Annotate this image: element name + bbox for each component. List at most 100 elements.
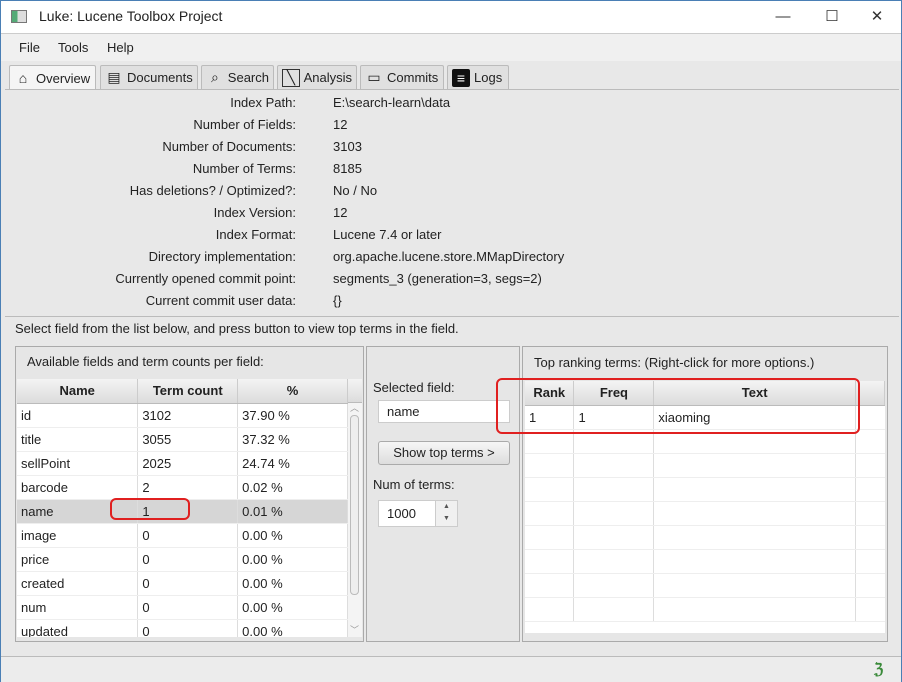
menu-tools[interactable]: Tools bbox=[58, 40, 88, 55]
field-cell: 0 bbox=[137, 523, 239, 548]
info-label: Number of Terms: bbox=[192, 161, 296, 176]
num-terms-spinner[interactable]: 1000 ▲ ▼ bbox=[378, 500, 458, 527]
column-header-name[interactable]: Name bbox=[17, 379, 139, 404]
fields-scrollbar[interactable]: ︿ ﹀ bbox=[348, 403, 362, 637]
term-cell bbox=[573, 573, 655, 598]
field-cell: 2 bbox=[137, 475, 239, 500]
term-cell bbox=[573, 477, 655, 502]
header-filler bbox=[348, 379, 362, 403]
term-cell bbox=[525, 597, 575, 622]
term-row[interactable] bbox=[525, 525, 885, 550]
field-row[interactable]: updated 0 0.00 % bbox=[17, 619, 348, 637]
num-terms-label: Num of terms: bbox=[373, 477, 455, 492]
scrollbar-thumb[interactable] bbox=[350, 415, 359, 595]
field-cell: updated bbox=[17, 619, 139, 637]
term-cell bbox=[653, 525, 857, 550]
field-row[interactable]: num 0 0.00 % bbox=[17, 595, 348, 620]
selected-field-label: Selected field: bbox=[373, 380, 455, 395]
term-cell bbox=[525, 573, 575, 598]
main-window: Luke: Lucene Toolbox Project — ☐ ✕ File … bbox=[0, 0, 902, 682]
field-cell: 0.02 % bbox=[237, 475, 348, 500]
spinner-up-icon[interactable]: ▲ bbox=[436, 501, 457, 513]
term-cell bbox=[653, 549, 857, 574]
field-cell: 37.32 % bbox=[237, 427, 348, 452]
minimize-button[interactable]: — bbox=[763, 5, 803, 29]
tab-logs[interactable]: ≡ Logs bbox=[447, 65, 509, 89]
info-value: org.apache.lucene.store.MMapDirectory bbox=[333, 249, 565, 264]
home-icon: ⌂ bbox=[18, 70, 28, 86]
info-label: Number of Documents: bbox=[162, 139, 296, 154]
selected-field-input[interactable]: name bbox=[378, 400, 510, 423]
tab-documents[interactable]: ▤ Documents bbox=[100, 65, 198, 89]
column-header-term-count[interactable]: Term count bbox=[137, 379, 239, 404]
field-cell: 2025 bbox=[137, 451, 239, 476]
field-cell: 0.00 % bbox=[237, 547, 348, 572]
info-label: Number of Fields: bbox=[193, 117, 296, 132]
info-label: Directory implementation: bbox=[148, 249, 296, 264]
tab-overview[interactable]: ⌂ Overview bbox=[9, 65, 96, 90]
field-row[interactable]: barcode 2 0.02 % bbox=[17, 475, 348, 500]
field-row[interactable]: created 0 0.00 % bbox=[17, 571, 348, 596]
scroll-up-icon[interactable]: ︿ bbox=[350, 401, 359, 414]
spinner-down-icon[interactable]: ▼ bbox=[436, 513, 457, 525]
info-label: Index Version: bbox=[213, 205, 296, 220]
term-cell bbox=[573, 525, 655, 550]
status-bar: ℨ bbox=[1, 656, 901, 682]
term-cell bbox=[653, 501, 857, 526]
term-row[interactable] bbox=[525, 549, 885, 574]
info-label: Index Format: bbox=[215, 227, 296, 242]
info-value: segments_3 (generation=3, segs=2) bbox=[333, 271, 542, 286]
term-row[interactable] bbox=[525, 597, 885, 622]
show-top-terms-button[interactable]: Show top terms > bbox=[378, 441, 510, 465]
field-cell: created bbox=[17, 571, 139, 596]
info-value: 12 bbox=[333, 205, 348, 220]
num-terms-value: 1000 bbox=[387, 506, 416, 521]
field-cell: 0 bbox=[137, 595, 239, 620]
term-cell bbox=[653, 573, 857, 598]
tab-commits[interactable]: ▭ Commits bbox=[360, 65, 444, 89]
field-cell: image bbox=[17, 523, 139, 548]
field-row[interactable]: id 3102 37.90 % bbox=[17, 403, 348, 428]
field-cell: 0.00 % bbox=[237, 571, 348, 596]
fields-title: Available fields and term counts per fie… bbox=[27, 354, 264, 369]
maximize-button[interactable]: ☐ bbox=[812, 5, 852, 29]
field-cell: 0.00 % bbox=[237, 619, 348, 637]
term-cell bbox=[653, 477, 857, 502]
term-row[interactable] bbox=[525, 573, 885, 598]
field-cell: 24.74 % bbox=[237, 451, 348, 476]
field-cell: price bbox=[17, 547, 139, 572]
field-cell: num bbox=[17, 595, 139, 620]
tab-analysis[interactable]: ╲ Analysis bbox=[277, 65, 357, 89]
field-row[interactable]: price 0 0.00 % bbox=[17, 547, 348, 572]
menu-help[interactable]: Help bbox=[107, 40, 134, 55]
divider bbox=[5, 316, 899, 317]
term-row[interactable] bbox=[525, 453, 885, 478]
info-value: Lucene 7.4 or later bbox=[333, 227, 442, 242]
info-value: E:\search-learn\data bbox=[333, 95, 451, 110]
tab-label: Search bbox=[227, 70, 269, 85]
term-cell bbox=[525, 453, 575, 478]
app-icon bbox=[11, 10, 27, 23]
field-cell: 0.01 % bbox=[237, 499, 348, 524]
top-terms-title: Top ranking terms: (Right-click for more… bbox=[534, 355, 815, 370]
term-cell bbox=[653, 453, 857, 478]
menu-file[interactable]: File bbox=[19, 40, 40, 55]
scroll-down-icon[interactable]: ﹀ bbox=[350, 623, 359, 636]
term-row[interactable] bbox=[525, 477, 885, 502]
field-row[interactable]: sellPoint 2025 24.74 % bbox=[17, 451, 348, 476]
term-cell bbox=[525, 525, 575, 550]
close-button[interactable]: ✕ bbox=[857, 5, 897, 29]
field-cell: 0.00 % bbox=[237, 523, 348, 548]
field-row[interactable]: image 0 0.00 % bbox=[17, 523, 348, 548]
term-row[interactable] bbox=[525, 501, 885, 526]
field-cell: 0.00 % bbox=[237, 595, 348, 620]
search-icon: ⌕ bbox=[210, 69, 219, 85]
info-label: Index Path: bbox=[230, 95, 296, 110]
field-cell: id bbox=[17, 403, 139, 428]
column-header-percent[interactable]: % bbox=[237, 379, 348, 404]
info-value: 8185 bbox=[333, 161, 362, 176]
tab-search[interactable]: ⌕ Search bbox=[201, 65, 274, 89]
field-row[interactable]: title 3055 37.32 % bbox=[17, 427, 348, 452]
info-value: 3103 bbox=[333, 139, 362, 154]
field-cell: title bbox=[17, 427, 139, 452]
